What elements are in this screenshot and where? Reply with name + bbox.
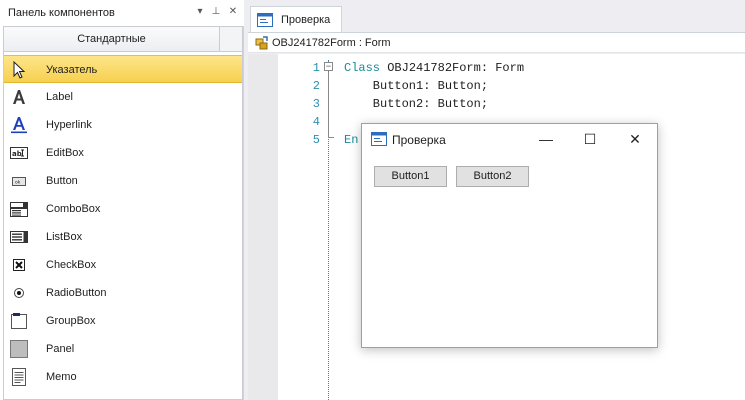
panel-icon bbox=[10, 340, 28, 358]
panel-header: Панель компонентов ▾ ⊥ ✕ bbox=[0, 0, 244, 26]
svg-text:ok: ok bbox=[15, 179, 21, 185]
component-label: Memo bbox=[46, 371, 77, 383]
component-label: Panel bbox=[46, 343, 75, 355]
line-numbers: 1 2 3 4 5 bbox=[296, 59, 320, 149]
line-number: 5 bbox=[312, 133, 320, 147]
component-item-editbox[interactable]: ab EditBox bbox=[4, 139, 242, 167]
component-item-groupbox[interactable]: GroupBox bbox=[4, 307, 242, 335]
class-selector-bar[interactable]: OBJ241782Form : Form bbox=[248, 33, 745, 53]
maximize-button[interactable]: ☐ bbox=[567, 124, 613, 154]
label-icon bbox=[13, 90, 25, 104]
editor-gutter bbox=[248, 54, 278, 400]
component-list: Указатель Label Hyperlink ab EditBox ok … bbox=[4, 55, 242, 391]
radiobutton-icon bbox=[14, 288, 24, 298]
tab-proverka[interactable]: Проверка bbox=[250, 6, 342, 33]
form-window-icon bbox=[371, 132, 387, 146]
code-line: Button1: Button; bbox=[344, 79, 489, 93]
form-title: Проверка bbox=[392, 133, 446, 147]
editbox-icon: ab bbox=[10, 147, 28, 159]
hyperlink-icon bbox=[11, 117, 27, 134]
component-item-pointer[interactable]: Указатель bbox=[4, 55, 242, 83]
fold-collapse-icon[interactable]: − bbox=[324, 62, 333, 71]
pointer-icon bbox=[13, 61, 26, 79]
component-label: ComboBox bbox=[46, 203, 101, 215]
listbox-icon bbox=[10, 231, 28, 243]
panel-body: Стандартные Указатель Label Hyperlink ab… bbox=[3, 26, 243, 400]
component-item-combobox[interactable]: ComboBox bbox=[4, 195, 242, 223]
group-tab-standard[interactable]: Стандартные bbox=[4, 27, 220, 52]
button1[interactable]: Button1 bbox=[374, 166, 447, 187]
component-label: Label bbox=[46, 91, 73, 103]
component-item-label[interactable]: Label bbox=[4, 83, 242, 111]
code-keyword: En bbox=[344, 133, 359, 147]
component-label: Button bbox=[46, 175, 78, 187]
class-bar-label: OBJ241782Form : Form bbox=[272, 37, 391, 49]
groupbox-icon bbox=[11, 313, 27, 329]
panel-menu-chevron-icon[interactable]: ▾ bbox=[193, 5, 207, 19]
fold-bracket-end bbox=[328, 137, 334, 138]
line-number: 1 bbox=[312, 61, 320, 75]
component-item-panel[interactable]: Panel bbox=[4, 335, 242, 363]
component-item-hyperlink[interactable]: Hyperlink bbox=[4, 111, 242, 139]
component-item-listbox[interactable]: ListBox bbox=[4, 223, 242, 251]
component-label: CheckBox bbox=[46, 259, 97, 271]
form-client-area: Button1 Button2 bbox=[362, 154, 657, 347]
component-item-memo[interactable]: Memo bbox=[4, 363, 242, 391]
tab-label: Проверка bbox=[281, 14, 331, 26]
component-label: Hyperlink bbox=[46, 119, 92, 131]
component-label: ListBox bbox=[46, 231, 83, 243]
component-item-checkbox[interactable]: CheckBox bbox=[4, 251, 242, 279]
component-item-button[interactable]: ok Button bbox=[4, 167, 242, 195]
component-label: Указатель bbox=[46, 64, 98, 76]
components-panel: Панель компонентов ▾ ⊥ ✕ Стандартные Ука… bbox=[0, 0, 244, 400]
button-icon: ok bbox=[12, 177, 26, 186]
component-label: GroupBox bbox=[46, 315, 96, 327]
code-keyword: Class bbox=[344, 61, 381, 75]
minimize-button[interactable]: — bbox=[523, 124, 569, 154]
class-icon bbox=[255, 36, 268, 50]
close-button[interactable]: ✕ bbox=[612, 124, 658, 154]
memo-icon bbox=[12, 368, 26, 386]
component-item-radiobutton[interactable]: RadioButton bbox=[4, 279, 242, 307]
line-number: 2 bbox=[312, 79, 320, 93]
line-number: 3 bbox=[312, 97, 320, 111]
form-titlebar[interactable]: Проверка — ☐ ✕ bbox=[362, 124, 657, 154]
code-line: OBJ241782Form: Form bbox=[380, 61, 525, 75]
document-tab-strip: Проверка bbox=[248, 0, 745, 33]
form-window-icon bbox=[257, 13, 273, 27]
svg-text:ab: ab bbox=[12, 150, 22, 158]
component-label: RadioButton bbox=[46, 287, 107, 299]
checkbox-icon bbox=[13, 259, 25, 271]
panel-pin-icon[interactable]: ⊥ bbox=[209, 5, 223, 19]
combobox-icon bbox=[10, 202, 28, 217]
fold-bracket bbox=[328, 72, 329, 138]
button2[interactable]: Button2 bbox=[456, 166, 529, 187]
form-preview-window[interactable]: Проверка — ☐ ✕ Button1 Button2 bbox=[361, 123, 658, 348]
code-line: Button2: Button; bbox=[344, 97, 489, 111]
group-tab-strip bbox=[220, 27, 242, 52]
component-label: EditBox bbox=[46, 147, 84, 159]
panel-close-icon[interactable]: ✕ bbox=[226, 5, 240, 19]
panel-title: Панель компонентов bbox=[8, 7, 115, 19]
line-number: 4 bbox=[312, 115, 320, 129]
